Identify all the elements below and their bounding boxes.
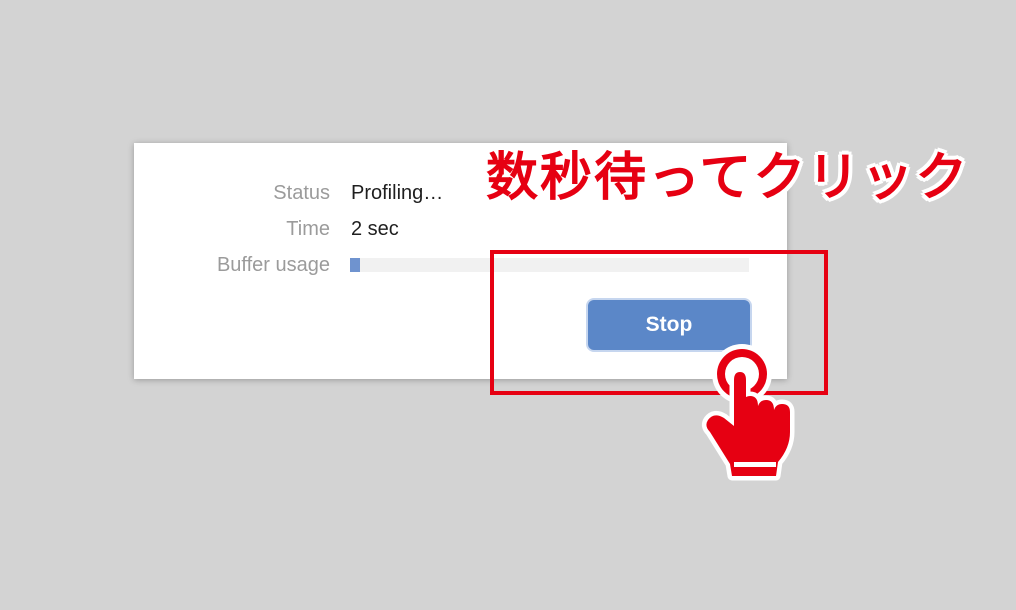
buffer-usage-fill	[350, 258, 360, 272]
time-value: 2 sec	[351, 217, 399, 240]
buffer-usage-label: Buffer usage	[216, 253, 330, 276]
time-label: Time	[286, 217, 330, 240]
hand-pointer-icon	[701, 344, 795, 481]
annotation-instruction: 数秒待ってクリック	[486, 149, 970, 207]
status-value: Profiling…	[351, 181, 444, 204]
screenshot-stage: Status Profiling… Time 2 sec Buffer usag…	[0, 0, 1016, 610]
status-label: Status	[273, 181, 330, 204]
